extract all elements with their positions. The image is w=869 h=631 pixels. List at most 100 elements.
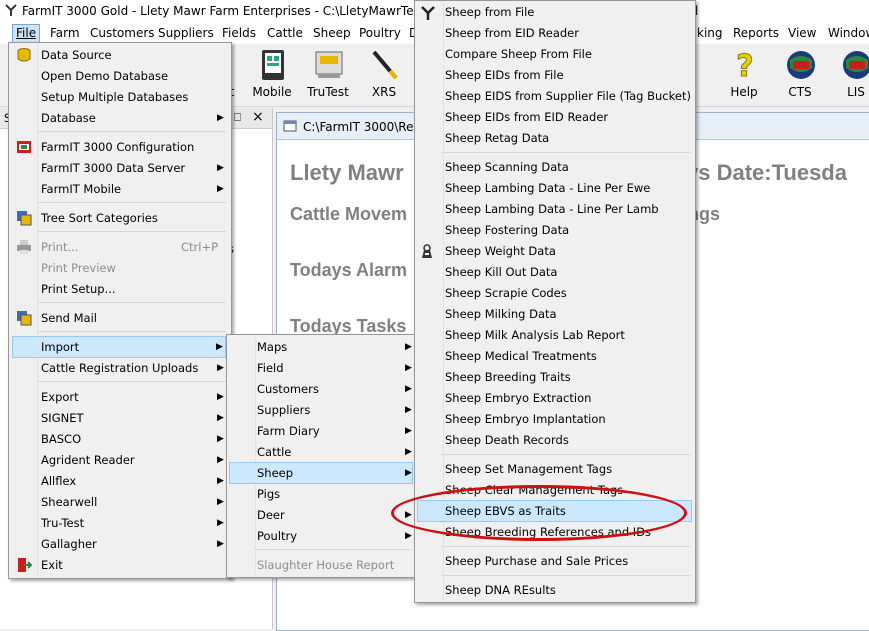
file-item-allflex[interactable]: Allflex ▶ <box>41 471 224 492</box>
submenu-arrow-icon: ▶ <box>405 363 412 373</box>
menu-poultry[interactable]: Poultry <box>359 26 401 40</box>
import-item-maps[interactable]: Maps ▶ <box>257 337 412 358</box>
file-item-import[interactable]: Import ▶ <box>12 336 226 358</box>
file-item-export[interactable]: Export ▶ <box>41 387 224 408</box>
submenu-arrow-icon: ▶ <box>217 163 224 173</box>
toolbar-button-cts[interactable]: CTS <box>770 44 830 104</box>
menu-view[interactable]: View <box>788 26 816 40</box>
menu-separator <box>38 202 226 203</box>
svg-text:?: ? <box>736 49 753 82</box>
window-title: FarmIT 3000 Gold - Llety Mawr Farm Enter… <box>22 4 466 18</box>
submenu-arrow-icon: ▶ <box>216 342 223 352</box>
menu-reports[interactable]: Reports <box>733 26 779 40</box>
lis-globe-icon <box>843 51 869 79</box>
submenu-arrow-icon: ▶ <box>217 455 224 465</box>
mobile-icon <box>262 50 284 80</box>
report-heading-date: ys Date:Tuesda <box>686 160 847 185</box>
menu-king[interactable]: king <box>697 26 723 40</box>
menu-icon-strip <box>255 337 256 575</box>
print-shortcut: Ctrl+P <box>181 240 219 254</box>
file-item-cattle-uploads[interactable]: Cattle Registration Uploads ▶ <box>41 358 224 379</box>
window-icon <box>283 120 297 132</box>
toolbar-label: Help <box>730 85 758 99</box>
submenu-arrow-icon: ▶ <box>405 531 412 541</box>
configuration-icon <box>17 141 31 153</box>
submenu-arrow-icon: ▶ <box>217 476 224 486</box>
toolbar-button-help[interactable]: ? Help <box>714 44 774 104</box>
import-item-customers[interactable]: Customers ▶ <box>257 379 412 400</box>
menu-fields[interactable]: Fields <box>222 26 256 40</box>
report-heading-alarms: Todays Alarm <box>290 260 408 280</box>
file-item-database[interactable]: Database ▶ <box>41 108 224 129</box>
menu-separator <box>38 302 226 303</box>
menu-separator <box>442 454 691 455</box>
menu-separator <box>38 331 226 332</box>
import-item-deer[interactable]: Deer ▶ <box>257 505 412 526</box>
file-item-print[interactable]: Print... Ctrl+P <box>41 237 223 258</box>
menu-icon-strip <box>37 45 38 576</box>
toolbar-button-trutest[interactable]: TruTest <box>298 44 358 104</box>
report-heading-cattle: Cattle Movem <box>290 204 408 224</box>
menu-separator <box>38 131 226 132</box>
file-item-shearwell[interactable]: Shearwell ▶ <box>41 492 224 513</box>
toolbar-button-xrs[interactable]: XRS <box>354 44 414 104</box>
file-item-basco[interactable]: BASCO ▶ <box>41 429 224 450</box>
toolbar-label: CTS <box>788 85 812 99</box>
sheep-file-icon <box>421 6 435 20</box>
menu-separator <box>442 152 691 153</box>
toolbar-button-mobile[interactable]: Mobile <box>242 44 302 104</box>
submenu-arrow-icon: ▶ <box>405 342 412 352</box>
database-icon <box>17 48 31 62</box>
menu-file[interactable]: File <box>16 26 36 40</box>
exit-icon <box>18 558 32 572</box>
menu-farm[interactable]: Farm <box>50 26 80 40</box>
submenu-arrow-icon: ▶ <box>217 434 224 444</box>
menu-customers[interactable]: Customers <box>90 26 155 40</box>
file-item-gallagher[interactable]: Gallagher ▶ <box>41 534 224 555</box>
menu-window[interactable]: Window <box>828 26 869 40</box>
app-icon <box>5 4 17 16</box>
menu-separator <box>38 231 226 232</box>
submenu-arrow-icon: ▶ <box>217 413 224 423</box>
tree-sort-icon <box>17 211 32 226</box>
submenu-arrow-icon: ▶ <box>217 113 224 123</box>
annotation-ellipse <box>391 485 687 541</box>
menu-separator <box>254 549 412 550</box>
import-item-field[interactable]: Field ▶ <box>257 358 412 379</box>
toolbar-label: LIS <box>847 85 865 99</box>
import-item-sheep[interactable]: Sheep ▶ <box>229 462 413 484</box>
file-item-data-server[interactable]: FarmIT 3000 Data Server ▶ <box>41 158 224 179</box>
submenu-arrow-icon: ▶ <box>405 405 412 415</box>
menu-suppliers[interactable]: Suppliers <box>158 26 214 40</box>
pin-icon[interactable]: ⎕ <box>234 110 241 125</box>
close-panel-icon[interactable]: × <box>252 109 264 125</box>
menu-separator <box>442 546 691 547</box>
submenu-arrow-icon: ▶ <box>217 539 224 549</box>
report-heading-farm: Llety Mawr <box>290 160 404 185</box>
file-item-mobile[interactable]: FarmIT Mobile ▶ <box>41 179 224 200</box>
menu-separator <box>38 381 226 382</box>
file-item-agrident[interactable]: Agrident Reader ▶ <box>41 450 224 471</box>
import-item-poultry[interactable]: Poultry ▶ <box>257 526 412 547</box>
cts-globe-icon <box>787 51 815 79</box>
submenu-arrow-icon: ▶ <box>217 363 224 373</box>
menu-cattle[interactable]: Cattle <box>267 26 303 40</box>
menu-separator <box>442 575 691 576</box>
toolbar-button-lis[interactable]: LIS <box>826 44 869 104</box>
xrs-wand-icon <box>372 50 398 80</box>
import-item-farm-diary[interactable]: Farm Diary ▶ <box>257 421 412 442</box>
import-item-cattle[interactable]: Cattle ▶ <box>257 442 412 463</box>
submenu-arrow-icon: ▶ <box>217 392 224 402</box>
menu-sheep[interactable]: Sheep <box>313 26 351 40</box>
submenu-arrow-icon: ▶ <box>217 184 224 194</box>
toolbar-label: Mobile <box>252 85 292 99</box>
weight-scale-icon <box>422 244 432 258</box>
submenu-arrow-icon: ▶ <box>405 384 412 394</box>
file-item-signet[interactable]: SIGNET ▶ <box>41 408 224 429</box>
submenu-arrow-icon: ▶ <box>217 518 224 528</box>
file-item-tru-test[interactable]: Tru-Test ▶ <box>41 513 224 534</box>
submenu-arrow-icon: ▶ <box>217 497 224 507</box>
help-icon: ? <box>736 49 754 83</box>
send-mail-icon <box>17 311 32 326</box>
import-item-suppliers[interactable]: Suppliers ▶ <box>257 400 412 421</box>
